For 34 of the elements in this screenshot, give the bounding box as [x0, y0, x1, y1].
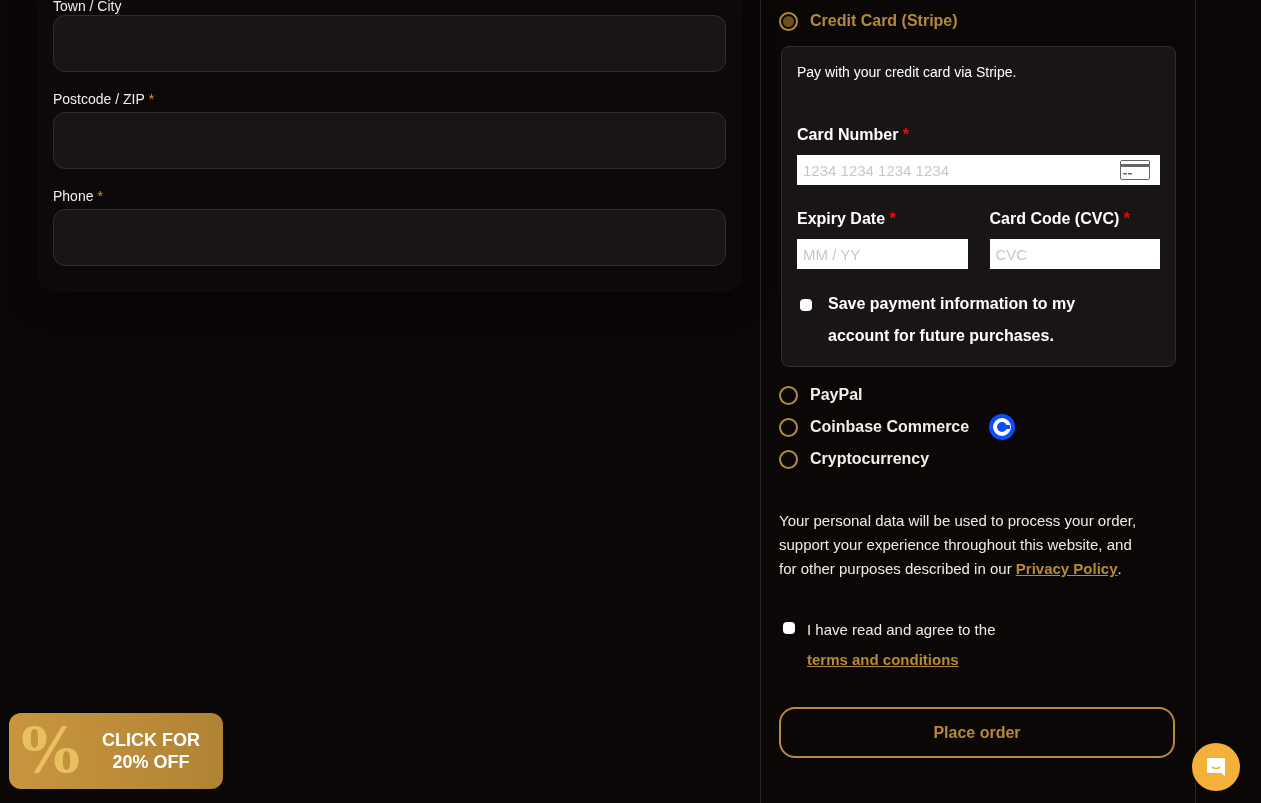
place-order-button[interactable]: Place order — [779, 707, 1175, 758]
payment-method-label[interactable]: PayPal — [810, 383, 863, 407]
field-label: Postcode / ZIP * — [53, 90, 156, 109]
coin-logo-icon — [989, 414, 1016, 440]
privacy-policy-link[interactable]: Privacy Policy — [1015, 560, 1118, 577]
text-field[interactable] — [53, 112, 726, 169]
text-field[interactable] — [53, 15, 726, 72]
card-number-field[interactable]: 1234 1234 1234 1234 — [797, 155, 1160, 185]
radio-button[interactable] — [779, 11, 798, 31]
chat-icon — [1205, 756, 1227, 778]
discount-promo-button[interactable]: % CLICK FOR 20% OFF — [9, 713, 223, 789]
radio-button[interactable] — [779, 385, 798, 405]
payment-description: Pay with your credit card via Stripe. — [797, 63, 1018, 82]
radio-button[interactable] — [779, 417, 798, 437]
save-info-label: Save payment information to my account for future purchases. — [828, 294, 1077, 346]
field-label: Town / City — [53, 0, 123, 12]
card-code-label: Card Code (CVC) * — [989, 209, 1131, 229]
privacy-notice: Your personal data will be used to process your order, support your experience throughout this website, and for other purposes described in our Privacy Policy. — [779, 511, 1138, 579]
text-field[interactable] — [53, 209, 726, 266]
card-number-label: Card Number * — [797, 125, 911, 145]
terms-link[interactable]: terms and conditions — [807, 651, 959, 668]
payment-method-label[interactable]: Credit Card (Stripe) — [810, 9, 958, 33]
field-label: Phone * — [53, 187, 104, 206]
terms-label: I have read and agree to the terms and conditions — [807, 620, 997, 670]
payment-method-label[interactable]: Coinbase Commerce — [810, 415, 970, 439]
expiry-date-field[interactable]: MM / YY — [797, 239, 968, 269]
save-info-checkbox[interactable] — [800, 299, 812, 311]
credit-card-icon — [1120, 160, 1150, 180]
terms-checkbox[interactable] — [783, 622, 795, 634]
radio-button[interactable] — [779, 449, 798, 469]
chat-button[interactable] — [1192, 743, 1240, 791]
payment-method-label[interactable]: Cryptocurrency — [810, 447, 930, 471]
expiry-date-label: Expiry Date * — [797, 209, 897, 229]
card-code-field[interactable]: CVC — [989, 239, 1160, 269]
